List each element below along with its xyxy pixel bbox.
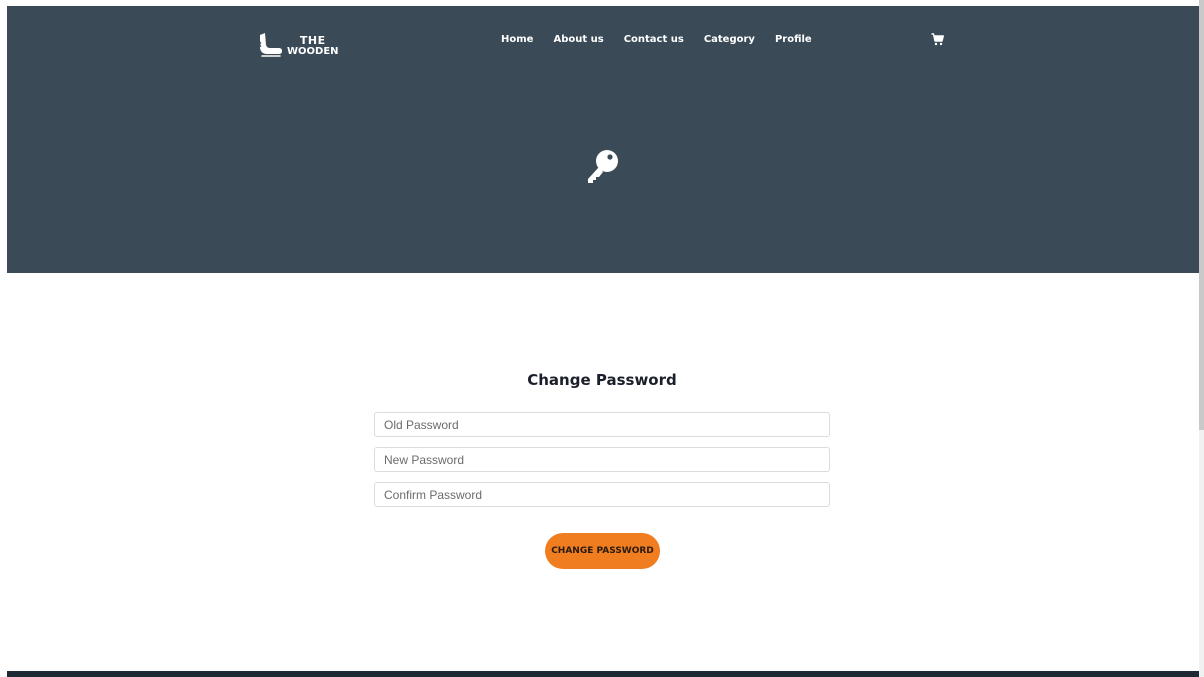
old-password-field[interactable] [374,412,830,437]
scrollbar-thumb[interactable] [1199,0,1204,430]
page: THE WOODEN Home About us Contact us Cate… [0,0,1204,677]
new-password-field[interactable] [374,447,830,472]
nav-item-home[interactable]: Home [501,34,533,46]
nav-item-contact-us[interactable]: Contact us [624,34,684,46]
key-icon [588,150,618,183]
change-password-button[interactable]: CHANGE PASSWORD [545,533,660,569]
scrollbar[interactable] [1199,0,1204,677]
page-title: Change Password [527,371,677,389]
nav-item-profile[interactable]: Profile [775,34,812,46]
armchair-icon [259,33,282,57]
confirm-password-field[interactable] [374,482,830,507]
brand-line-2: WOODEN [287,46,339,57]
footer [7,671,1199,677]
brand-logo[interactable]: THE WOODEN [257,26,347,66]
nav-item-category[interactable]: Category [704,34,755,46]
cart-icon[interactable] [931,33,944,46]
main-nav: Home About us Contact us Category Profil… [501,34,832,46]
brand-wordmark: THE WOODEN [287,35,339,57]
hero-header: THE WOODEN Home About us Contact us Cate… [7,6,1199,273]
brand-line-1: THE [299,34,326,47]
page-gutter [0,0,7,677]
nav-item-about-us[interactable]: About us [553,34,603,46]
